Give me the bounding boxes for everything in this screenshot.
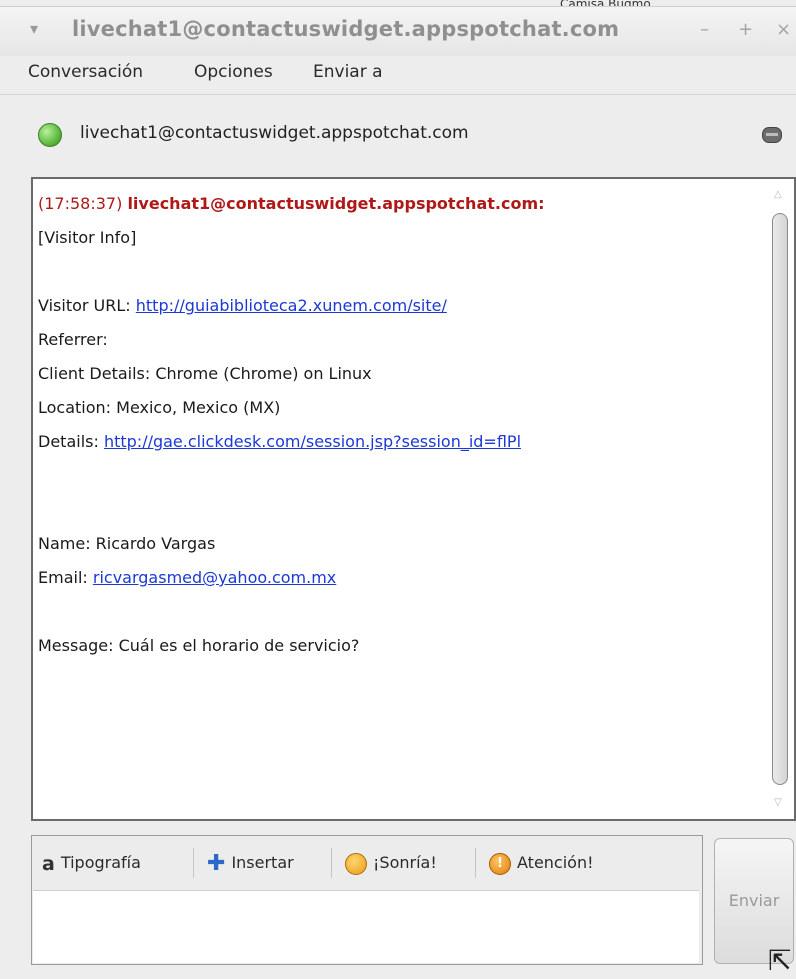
visitor-url-line: Visitor URL: http://guiabiblioteca2.xune… bbox=[38, 289, 768, 323]
toolbar-divider bbox=[193, 848, 194, 878]
scrollbar-thumb[interactable] bbox=[772, 213, 788, 785]
location-line: Location: Mexico, Mexico (MX) bbox=[38, 398, 281, 417]
toolbar-divider bbox=[331, 848, 332, 878]
menu-enviar-a[interactable]: Enviar a bbox=[313, 62, 383, 82]
email-label: Email: bbox=[38, 568, 93, 587]
font-label: Tipografía bbox=[60, 853, 141, 872]
mouse-pointer-icon: ⇱ bbox=[768, 944, 792, 977]
format-toolbar: a Tipografía ✚ Insertar ¡Sonría! ! Atención… bbox=[32, 836, 702, 890]
visitor-info-line: [Visitor Info] bbox=[38, 228, 137, 247]
scroll-up-icon[interactable]: △ bbox=[774, 189, 782, 200]
compose-area: a Tipografía ✚ Insertar ¡Sonría! ! Atención… bbox=[31, 835, 703, 965]
email-link[interactable]: ricvargasmed@yahoo.com.mx bbox=[93, 568, 336, 587]
message-input[interactable] bbox=[33, 890, 699, 963]
message-sender: livechat1@contactuswidget.appspotchat.co… bbox=[127, 194, 545, 213]
menu-divider bbox=[0, 94, 796, 95]
menu-bar: Conversación Opciones Enviar a bbox=[0, 56, 796, 90]
font-button[interactable]: a Tipografía bbox=[42, 846, 141, 880]
visitor-url-link[interactable]: http://guiabiblioteca2.xunem.com/site/ bbox=[136, 296, 447, 315]
vertical-scrollbar[interactable]: △ ▽ bbox=[770, 185, 790, 815]
scroll-down-icon[interactable]: ▽ bbox=[774, 797, 782, 808]
details-label: Details: bbox=[38, 432, 104, 451]
smile-label: ¡Sonría! bbox=[373, 853, 437, 872]
email-line: Email: ricvargasmed@yahoo.com.mx bbox=[38, 561, 768, 595]
smile-button[interactable]: ¡Sonría! bbox=[345, 846, 437, 880]
menu-conversacion[interactable]: Conversación bbox=[28, 62, 143, 82]
attention-label: Atención! bbox=[517, 853, 594, 872]
client-details-line: Client Details: Chrome (Chrome) on Linux bbox=[38, 364, 372, 383]
details-line: Details: http://gae.clickdesk.com/sessio… bbox=[38, 425, 768, 459]
message-log: (17:58:37) livechat1@contactuswidget.app… bbox=[38, 187, 768, 663]
close-icon[interactable]: × bbox=[776, 19, 791, 40]
window-menu-icon[interactable]: ▾ bbox=[30, 19, 38, 38]
name-line: Name: Ricardo Vargas bbox=[38, 534, 216, 553]
insert-plus-icon: ✚ bbox=[207, 850, 226, 876]
menu-opciones[interactable]: Opciones bbox=[194, 62, 273, 82]
referrer-line: Referrer: bbox=[38, 330, 108, 349]
window-title: livechat1@contactuswidget.appspotchat.co… bbox=[72, 17, 620, 41]
insert-label: Insertar bbox=[231, 853, 294, 872]
title-bar[interactable]: ▾ livechat1@contactuswidget.appspotchat.… bbox=[0, 6, 796, 57]
encryption-status-icon[interactable] bbox=[762, 127, 782, 143]
online-status-icon bbox=[38, 123, 62, 147]
send-button-label: Enviar bbox=[728, 891, 780, 910]
smiley-icon bbox=[345, 852, 367, 875]
attention-icon: ! bbox=[489, 852, 511, 875]
toolbar-divider bbox=[475, 848, 476, 878]
contact-header: livechat1@contactuswidget.appspotchat.co… bbox=[0, 112, 796, 158]
attention-button[interactable]: ! Atención! bbox=[489, 846, 594, 880]
contact-name: livechat1@contactuswidget.appspotchat.co… bbox=[80, 123, 469, 143]
insert-button[interactable]: ✚ Insertar bbox=[207, 846, 294, 880]
font-icon: a bbox=[42, 852, 55, 875]
message-header: (17:58:37) livechat1@contactuswidget.app… bbox=[38, 187, 768, 221]
minimize-icon[interactable]: – bbox=[700, 19, 709, 40]
visitor-url-label: Visitor URL: bbox=[38, 296, 136, 315]
message-timestamp: (17:58:37) bbox=[38, 194, 123, 213]
message-line: Message: Cuál es el horario de servicio? bbox=[38, 636, 360, 655]
details-link[interactable]: http://gae.clickdesk.com/session.jsp?ses… bbox=[104, 432, 521, 451]
maximize-icon[interactable]: + bbox=[738, 19, 753, 40]
conversation-history[interactable]: (17:58:37) livechat1@contactuswidget.app… bbox=[31, 177, 796, 821]
